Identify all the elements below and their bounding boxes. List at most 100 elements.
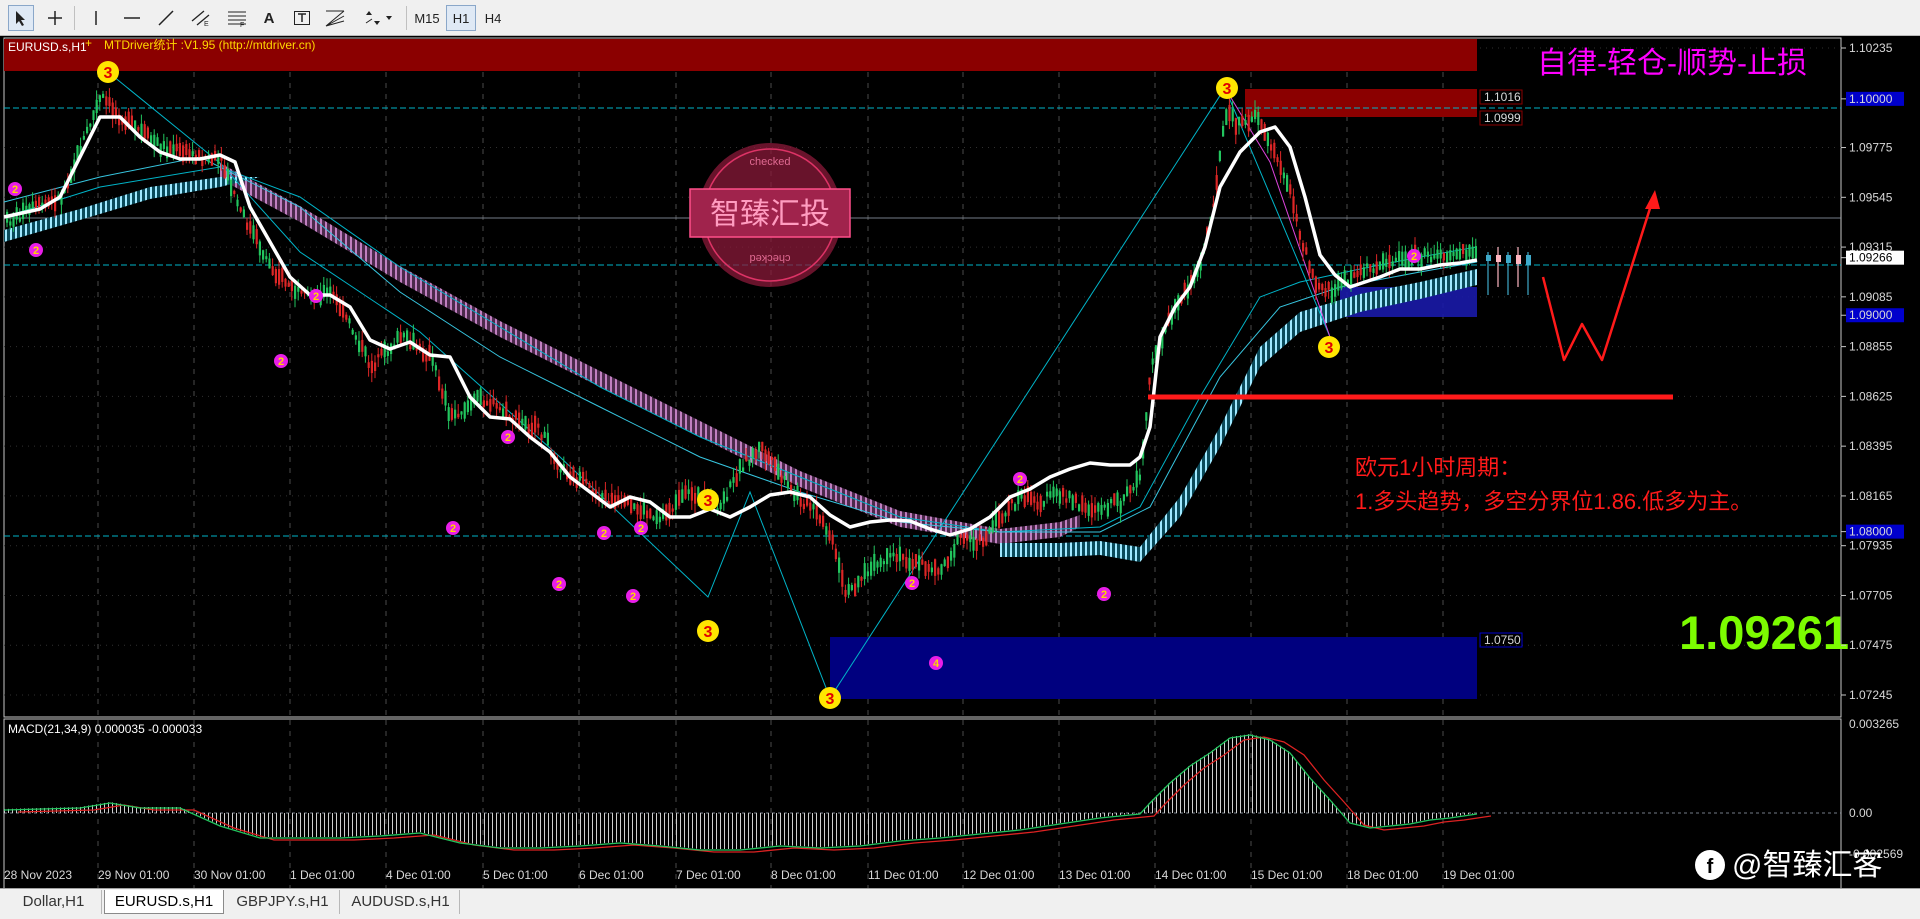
candle-body — [351, 329, 354, 335]
candle-body — [1314, 276, 1317, 293]
candle-body — [1442, 253, 1445, 261]
candle-body — [962, 532, 965, 544]
candle-body — [1030, 491, 1033, 505]
candle-body — [377, 354, 380, 358]
time-axis-label: 18 Dec 01:00 — [1347, 868, 1419, 882]
trendline-tool-button[interactable] — [154, 5, 178, 31]
chart-tab[interactable]: AUDUSD.s,H1 — [342, 890, 460, 914]
candle-body — [1446, 251, 1449, 263]
candle-body — [1055, 488, 1058, 497]
candle-body — [31, 201, 34, 210]
candle-body — [889, 553, 892, 558]
time-axis-label: 11 Dec 01:00 — [868, 868, 939, 882]
support-zone-blue — [830, 637, 1477, 699]
candle-body — [156, 137, 159, 146]
text-tool-button[interactable]: A — [258, 5, 280, 31]
macd-axis-top: 0.003265 — [1849, 717, 1899, 731]
candle-body — [1001, 513, 1004, 524]
candle-body — [345, 314, 348, 320]
candle-body — [959, 534, 962, 538]
wave-marker-minor-label: 2 — [505, 432, 511, 444]
candle-body — [284, 278, 287, 287]
candle-body — [1087, 504, 1090, 516]
candle-body — [1474, 246, 1477, 259]
candle-body — [873, 553, 876, 571]
candle-body — [1282, 172, 1285, 179]
chart-tab[interactable]: GBPJPY.s,H1 — [226, 890, 340, 914]
price-axis-label: 1.08395 — [1849, 439, 1893, 453]
candle-body — [754, 449, 757, 460]
chart-tab[interactable]: Dollar,H1 — [6, 890, 102, 914]
candle-body — [169, 141, 172, 156]
candle-body — [1042, 501, 1045, 507]
candle-body — [540, 434, 543, 441]
candle-body — [1375, 261, 1378, 275]
candle-body — [841, 569, 844, 587]
price-chart[interactable]: 1.1016 1.0999 1.0750 3 3 3 3 3 3 2 2 2 2 2 2 2 2 2 2 2 2 2… — [0, 37, 1920, 899]
candle-body — [281, 267, 284, 282]
candle-body — [143, 124, 146, 139]
candle-body — [479, 388, 482, 405]
candle-body — [1506, 255, 1511, 263]
candle-body — [1078, 504, 1081, 511]
candle-body — [1014, 504, 1017, 511]
candle-body — [223, 164, 226, 179]
text-label-tool-button[interactable] — [290, 5, 314, 31]
chart-tab[interactable]: EURUSD.s,H1 — [104, 890, 224, 914]
candle-body — [374, 362, 377, 372]
candle-body — [265, 256, 268, 260]
timeframe-h1-button[interactable]: H1 — [446, 5, 476, 31]
candle-body — [895, 554, 898, 563]
crosshair-tool-button[interactable] — [42, 5, 68, 31]
candle-body — [1302, 242, 1305, 252]
time-axis-label: 13 Dec 01:00 — [1059, 868, 1131, 882]
wave-marker-major-label: 3 — [704, 624, 713, 641]
fibo-fan-tool-button[interactable] — [322, 5, 348, 31]
wave-marker-major-label: 3 — [104, 65, 113, 82]
candle-body — [1372, 268, 1375, 273]
candle-body — [588, 482, 591, 489]
candle-body — [911, 558, 914, 570]
candle-body — [1286, 175, 1289, 192]
candle-body — [450, 408, 453, 420]
vertical-line-tool-button[interactable] — [86, 5, 106, 31]
candle-body — [338, 302, 341, 316]
candle-body — [774, 456, 777, 472]
channel-tool-button[interactable]: E — [188, 5, 214, 31]
candle-body — [396, 330, 399, 343]
candle-body — [914, 554, 917, 568]
candle-body — [1097, 503, 1100, 512]
price-axis: 1.102351.100001.097751.095451.093151.092… — [1841, 41, 1904, 702]
timeframe-h4-button[interactable]: H4 — [478, 5, 508, 31]
chevron-down-icon — [386, 16, 392, 20]
candle-body — [402, 332, 405, 338]
candle-body — [457, 413, 460, 418]
candle-body — [1436, 249, 1439, 259]
candle-body — [770, 456, 773, 461]
wave-marker-minor-label: 2 — [450, 523, 456, 535]
candle-body — [1250, 116, 1253, 122]
candle-body — [1090, 503, 1093, 518]
fibonacci-tool-button[interactable]: F — [224, 5, 250, 31]
cursor-tool-button[interactable] — [8, 5, 34, 31]
candle-body — [1068, 490, 1071, 499]
candle-body — [1062, 487, 1065, 497]
arrows-tool-dropdown[interactable] — [358, 5, 400, 31]
candle-body — [1382, 253, 1385, 270]
candle-body — [639, 505, 642, 520]
candle-body — [658, 516, 661, 523]
candle-body — [1353, 272, 1356, 278]
candle-body — [1273, 142, 1276, 159]
timeframe-m15-button[interactable]: M15 — [412, 5, 442, 31]
candle-body — [326, 287, 329, 295]
horizontal-line-tool-button[interactable] — [120, 5, 144, 31]
text-tool-label: A — [263, 9, 275, 27]
time-axis-label: 1 Dec 01:00 — [290, 868, 355, 882]
candle-body — [998, 511, 1001, 528]
price-axis-label: 1.07705 — [1849, 588, 1893, 602]
candle-body — [838, 557, 841, 573]
candle-body — [918, 555, 921, 571]
candle-body — [1023, 495, 1026, 508]
candle-body — [1129, 485, 1132, 494]
candle-body — [102, 93, 105, 98]
